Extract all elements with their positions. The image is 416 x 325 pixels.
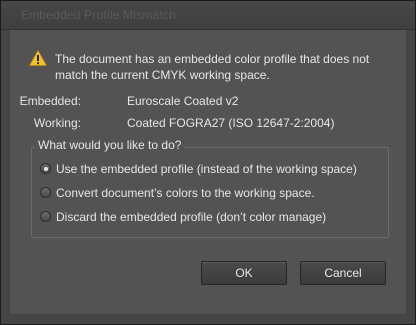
embedded-profile-value: Euroscale Coated v2 [127, 94, 239, 108]
options-legend: What would you like to do? [35, 138, 185, 152]
option-label: Discard the embedded profile (don’t colo… [56, 210, 327, 224]
ok-button[interactable]: OK [201, 261, 287, 285]
title-bar[interactable]: Embedded Profile Mismatch [1, 1, 415, 30]
working-profile-value: Coated FOGRA27 (ISO 12647-2:2004) [127, 116, 335, 130]
working-label: Working: [33, 116, 81, 130]
radio-button[interactable] [40, 187, 51, 198]
dialog-window: Embedded Profile Mismatch The document h… [0, 0, 416, 325]
dialog-body: The document has an embedded color profi… [10, 30, 406, 314]
dialog-title: Embedded Profile Mismatch [21, 8, 177, 22]
radio-button-checked[interactable] [40, 163, 51, 174]
warning-icon [29, 50, 47, 66]
radio-button[interactable] [40, 211, 51, 222]
mismatch-message: The document has an embedded color profi… [55, 52, 370, 82]
cancel-button[interactable]: Cancel [300, 261, 386, 285]
option-label: Convert document’s colors to the working… [56, 186, 315, 200]
embedded-label: Embedded: [19, 94, 81, 108]
option-label: Use the embedded profile (instead of the… [56, 162, 357, 176]
